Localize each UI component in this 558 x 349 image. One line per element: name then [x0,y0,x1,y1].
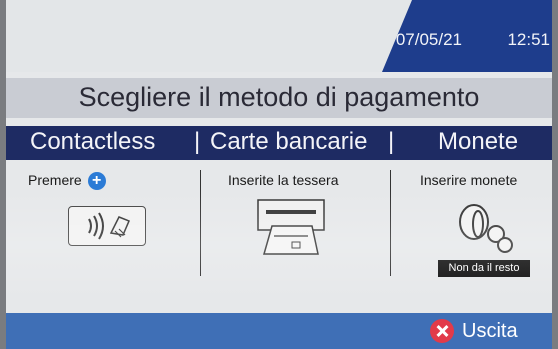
nfc-card-icon[interactable] [68,206,146,246]
method-contactless-label[interactable]: Contactless [30,128,155,156]
column-divider [200,170,201,276]
date-display: 07/05/21 [395,30,462,49]
plus-icon[interactable]: + [87,172,106,191]
page-title: Scegliere il metodo di pagamento [78,82,480,112]
method-bank-cards-label[interactable]: Carte bancarie [210,128,367,156]
no-change-badge: Non da il resto [438,260,530,277]
header-separator: | [194,128,201,155]
column-divider [390,170,391,276]
contactless-symbol-icon [88,212,130,240]
contactless-column[interactable]: Premere + [28,172,106,191]
close-icon [430,319,454,343]
header-separator: | [388,128,395,155]
coins-icon[interactable] [456,202,516,256]
exit-label: Uscita [462,319,518,342]
exit-button[interactable]: Uscita [430,318,518,344]
payment-screen: 07/05/21 12:51 Scegliere il metodo di pa… [6,0,552,349]
time-display: 12:51 [507,30,550,49]
card-slot-icon[interactable] [252,196,332,260]
bank-card-instruction: Inserite la tessera [228,172,339,188]
contactless-instruction: Premere [28,172,82,188]
method-coins-label[interactable]: Monete [438,128,518,156]
coins-instruction: Inserire monete [420,172,518,188]
